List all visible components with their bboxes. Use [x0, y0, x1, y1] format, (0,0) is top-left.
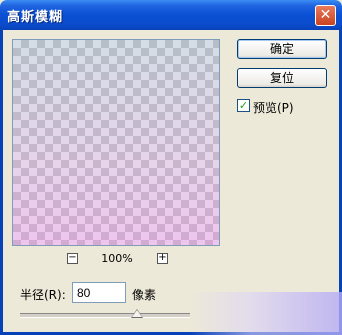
gaussian-blur-dialog: 高斯模糊 ✕ − 100% + 确定 复位 ✓ 预览(P) 半径(R): 像素: [0, 0, 342, 335]
dialog-title: 高斯模糊: [7, 10, 64, 25]
radius-slider-thumb[interactable]: [131, 309, 143, 318]
zoom-level-text: 100%: [101, 252, 133, 265]
preview-checkbox[interactable]: ✓: [237, 99, 250, 112]
radius-unit-label: 像素: [132, 288, 157, 302]
title-bar[interactable]: 高斯模糊 ✕: [0, 0, 342, 30]
reset-button[interactable]: 复位: [237, 68, 327, 88]
close-button[interactable]: ✕: [315, 5, 336, 26]
radius-slider-track[interactable]: [20, 313, 190, 318]
zoom-in-icon[interactable]: +: [157, 253, 168, 264]
radius-label: 半径(R):: [20, 288, 66, 302]
corner-decoration: [190, 292, 342, 335]
preview-image: [13, 40, 219, 245]
radius-input[interactable]: [72, 282, 126, 303]
zoom-out-icon[interactable]: −: [67, 253, 78, 264]
ok-button[interactable]: 确定: [237, 39, 327, 59]
preview-pane[interactable]: [12, 39, 220, 246]
preview-checkbox-label[interactable]: 预览(P): [253, 99, 294, 116]
